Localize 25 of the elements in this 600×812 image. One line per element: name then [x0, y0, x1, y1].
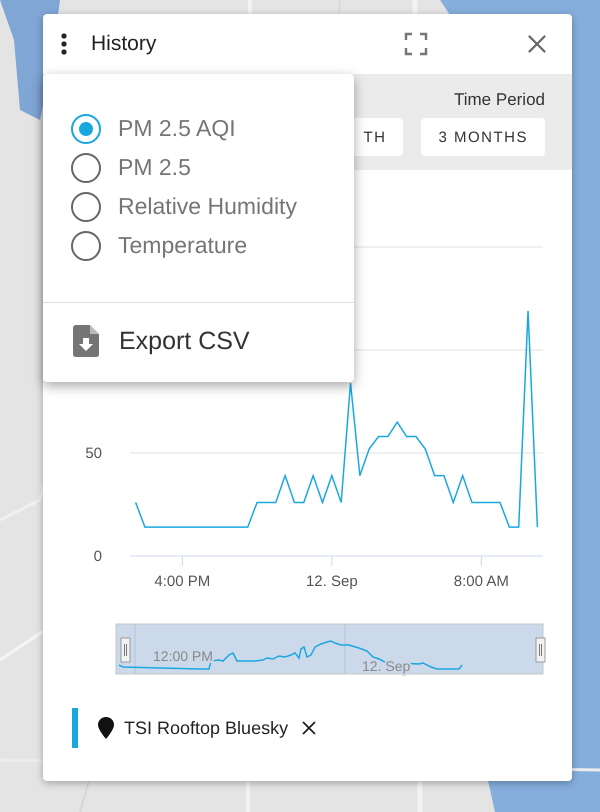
axis-label: 8:00 AM — [454, 573, 509, 590]
pin-icon — [98, 717, 114, 739]
radio-button[interactable] — [71, 192, 101, 222]
radio-option[interactable]: Temperature — [71, 226, 326, 265]
axis-label: 0 — [94, 548, 102, 565]
range-handle[interactable] — [120, 638, 130, 662]
export-menu-item[interactable]: Export CSV — [43, 303, 354, 379]
axis-label: 12. Sep — [306, 573, 358, 590]
axis-label: 4:00 PM — [154, 573, 210, 590]
time-period-label: Time Period — [454, 90, 545, 110]
axis-label: 50 — [85, 445, 102, 462]
range-handle[interactable] — [536, 638, 546, 662]
radio-option[interactable]: PM 2.5 AQI — [71, 109, 326, 148]
radio-option[interactable]: PM 2.5 — [71, 148, 326, 187]
menu-icon[interactable] — [61, 33, 67, 55]
radio-button[interactable] — [71, 114, 101, 144]
radio-button[interactable] — [71, 230, 101, 260]
file-download-icon — [73, 325, 99, 357]
series-name: TSI Rooftop Bluesky — [124, 718, 288, 738]
axis-label: 12:00 PM — [153, 648, 213, 664]
period-button[interactable]: 3 MONTHS — [421, 118, 545, 156]
radio-button[interactable] — [71, 152, 101, 182]
panel-title: History — [91, 32, 158, 56]
fullscreen-icon[interactable] — [404, 32, 428, 56]
radio-option[interactable]: Relative Humidity — [71, 187, 326, 226]
